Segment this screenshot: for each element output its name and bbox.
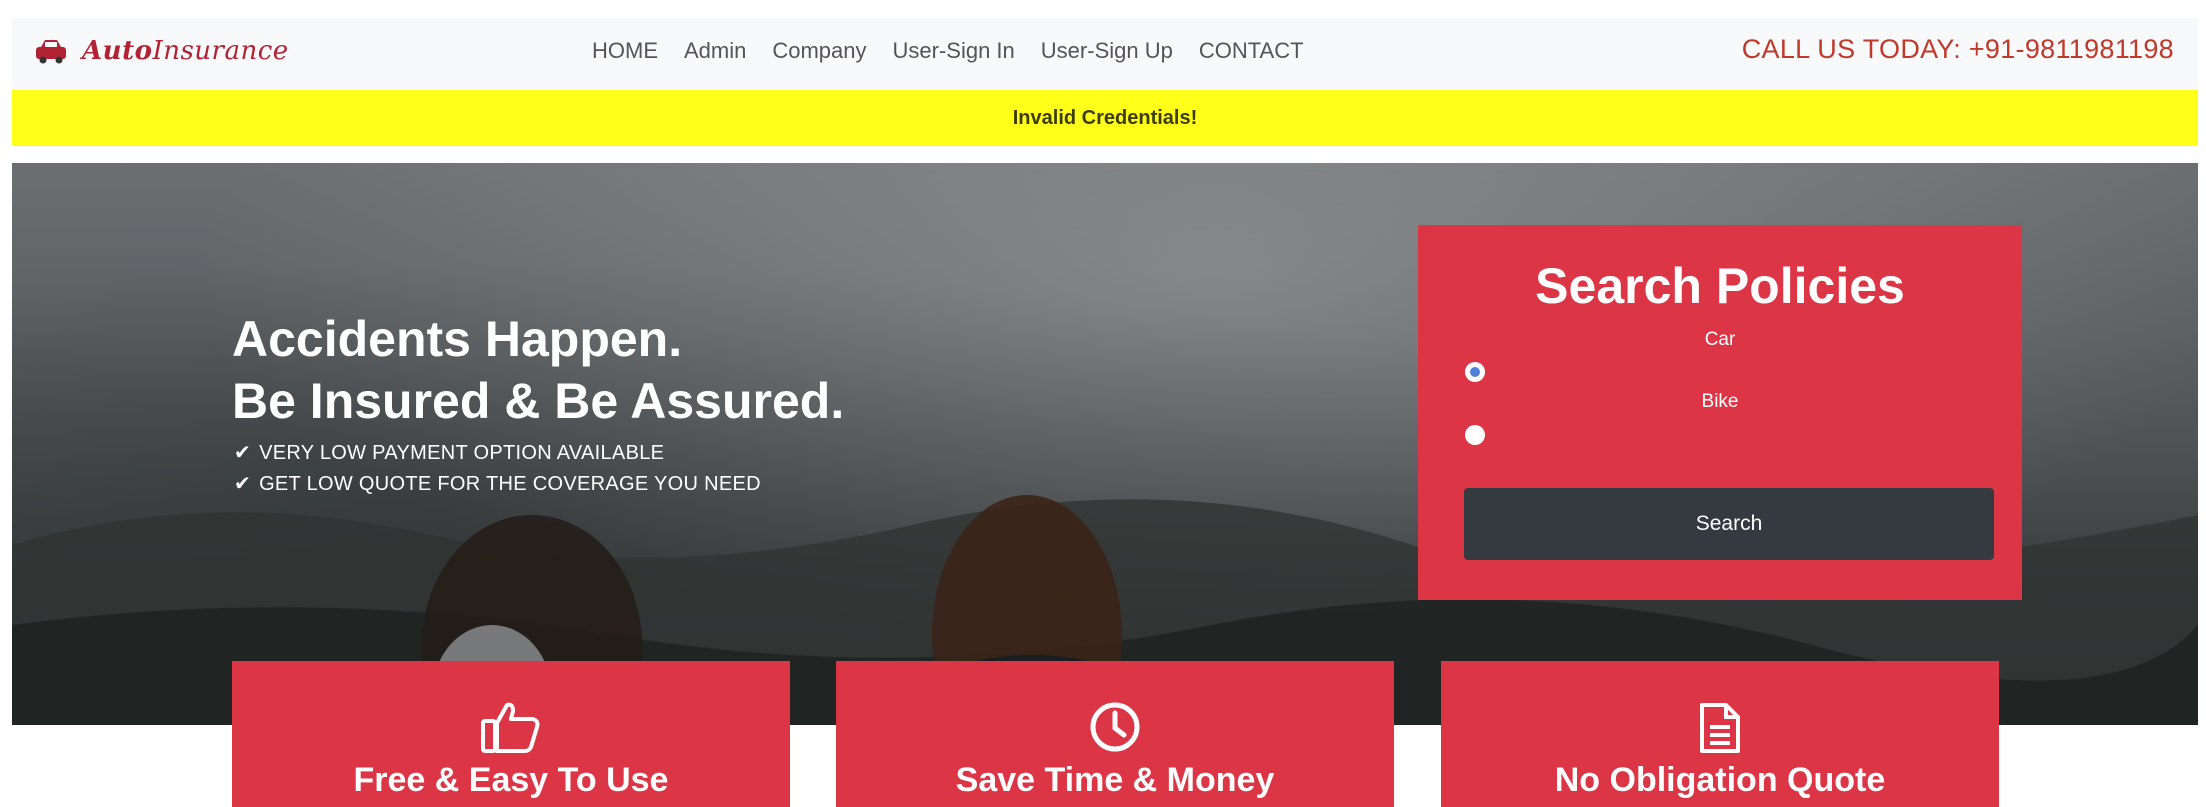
hero-bullet: ✔ VERY LOW PAYMENT OPTION AVAILABLE xyxy=(234,438,761,469)
search-button[interactable]: Search xyxy=(1464,488,1994,560)
feature-title: Save Time & Money xyxy=(955,761,1275,799)
nav-link-user-sign-in[interactable]: User-Sign In xyxy=(893,38,1015,64)
feature-card-free-easy: Free & Easy To Use xyxy=(232,661,790,807)
feature-card-no-obligation: No Obligation Quote xyxy=(1441,661,1999,807)
feature-title: No Obligation Quote xyxy=(1554,761,1886,799)
thumbs-up-icon xyxy=(481,702,540,753)
brand-name: AutoInsurance xyxy=(82,36,289,66)
nav-link-admin[interactable]: Admin xyxy=(684,38,746,64)
search-title: Search Policies xyxy=(1535,258,1905,314)
brand-logo[interactable]: AutoInsurance xyxy=(34,36,289,66)
clock-icon xyxy=(1090,702,1140,752)
check-icon: ✔ xyxy=(234,473,252,495)
document-icon xyxy=(1700,703,1740,753)
option-label-car: Car xyxy=(1704,329,1736,350)
radio-car[interactable] xyxy=(1465,362,1485,382)
call-us-text: CALL US TODAY: +91-9811981198 xyxy=(1741,34,2174,64)
search-policies-card: Search Policies Car Bike Search xyxy=(1418,225,2022,600)
navbar: AutoInsurance HOME Admin Company User-Si… xyxy=(12,18,2198,90)
hero-bullets: ✔ VERY LOW PAYMENT OPTION AVAILABLE ✔ GE… xyxy=(234,438,761,500)
feature-card-save-time: Save Time & Money xyxy=(836,661,1394,807)
alert-message: Invalid Credentials! xyxy=(1012,106,1198,129)
hero-headline-line-1: Accidents Happen. xyxy=(232,311,683,367)
nav-link-company[interactable]: Company xyxy=(772,38,866,64)
radio-bike[interactable] xyxy=(1465,425,1485,445)
hero-headline-line-2: Be Insured & Be Assured. xyxy=(232,373,845,429)
nav-links: HOME Admin Company User-Sign In User-Sig… xyxy=(592,38,1304,64)
car-icon xyxy=(36,40,66,64)
hero-headline: Accidents Happen. Be Insured & Be Assure… xyxy=(232,308,844,432)
alert-banner: Invalid Credentials! xyxy=(12,90,2198,146)
hero-bullet: ✔ GET LOW QUOTE FOR THE COVERAGE YOU NEE… xyxy=(234,469,761,500)
nav-link-contact[interactable]: CONTACT xyxy=(1199,38,1304,64)
option-label-bike: Bike xyxy=(1701,391,1739,412)
nav-link-home[interactable]: HOME xyxy=(592,38,658,64)
check-icon: ✔ xyxy=(234,442,252,464)
feature-title: Free & Easy To Use xyxy=(353,761,669,799)
nav-link-user-sign-up[interactable]: User-Sign Up xyxy=(1041,38,1173,64)
